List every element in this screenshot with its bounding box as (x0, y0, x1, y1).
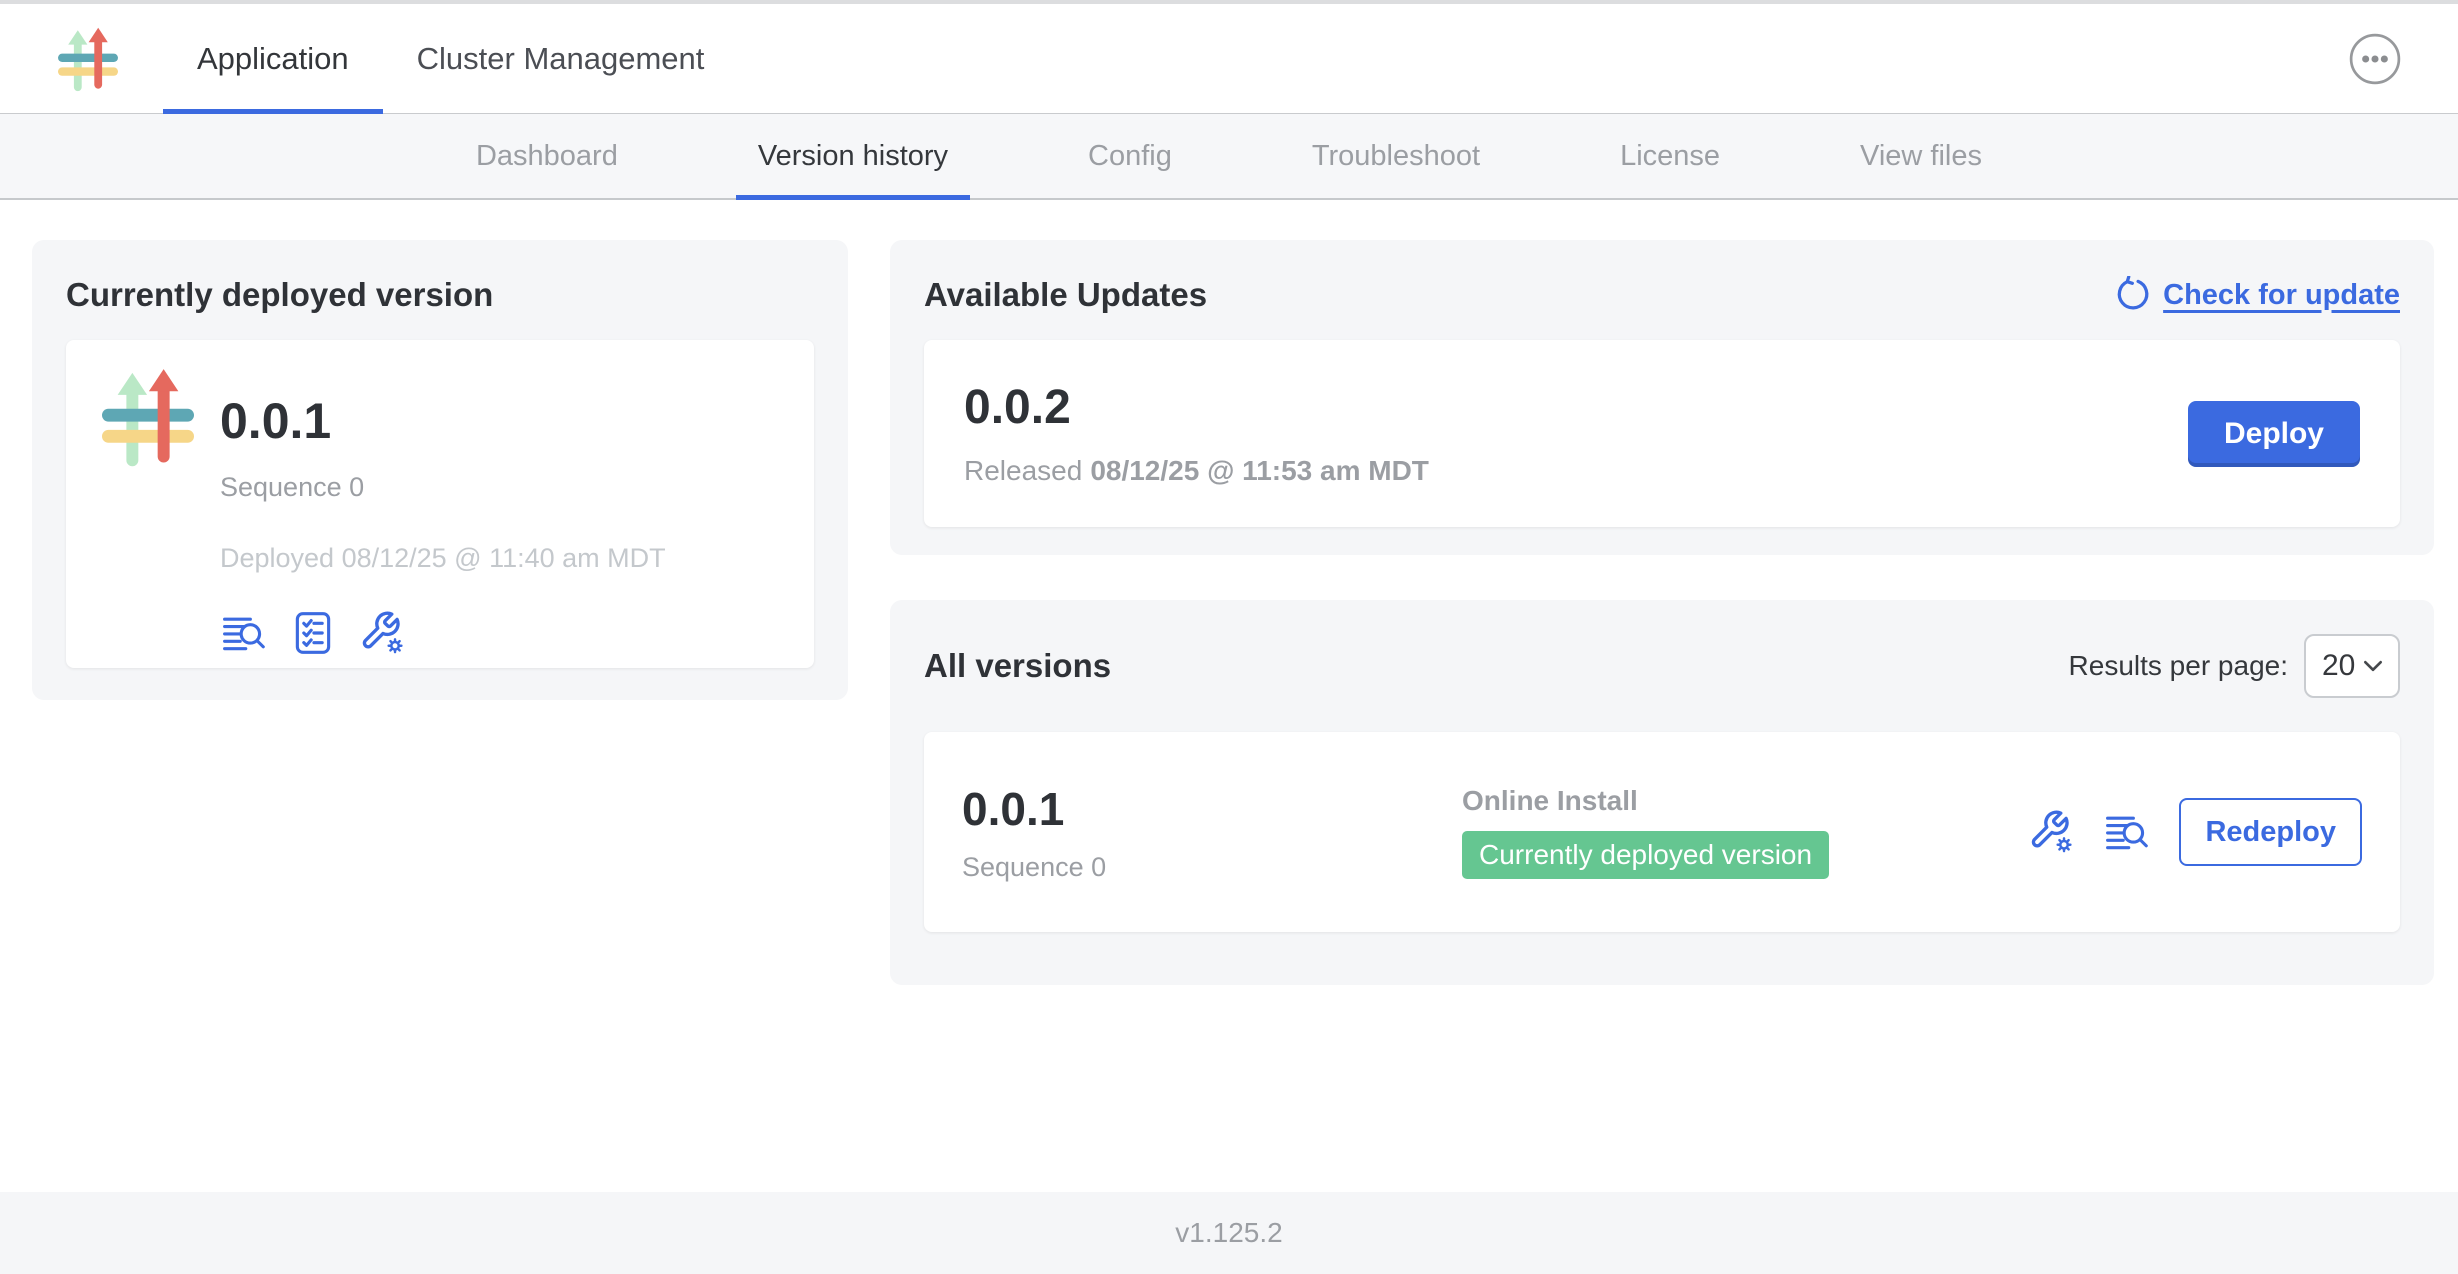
app-logo-icon (102, 366, 194, 468)
tab-application-label: Application (197, 41, 349, 77)
all-versions-card: All versions Results per page: 20 0.0.1 … (890, 600, 2434, 985)
deployed-version-number: 0.0.1 (220, 392, 666, 450)
results-per-page: Results per page: 20 (2069, 634, 2400, 698)
view-diff-icon[interactable] (2103, 809, 2149, 855)
version-row-actions: Redeploy (2029, 798, 2362, 866)
available-updates-card: Available Updates Check for update 0.0.2… (890, 240, 2434, 555)
available-updates-title: Available Updates (924, 274, 1207, 316)
redeploy-button[interactable]: Redeploy (2179, 798, 2362, 866)
subnav-troubleshoot-label: Troubleshoot (1312, 140, 1480, 173)
refresh-icon (2113, 276, 2151, 314)
subnav-view-files[interactable]: View files (1860, 114, 1982, 198)
version-row-status: Online Install Currently deployed versio… (1462, 785, 1829, 879)
row-sequence: Sequence 0 (962, 852, 1432, 883)
results-per-page-value: 20 (2322, 649, 2355, 683)
check-for-update-link[interactable]: Check for update (2113, 276, 2400, 314)
subnav-license-label: License (1620, 140, 1720, 173)
deployed-version-details: 0.0.1 Sequence 0 Deployed 08/12/25 @ 11:… (220, 366, 666, 642)
subnav-dashboard[interactable]: Dashboard (476, 114, 618, 198)
app-logo-icon (58, 22, 118, 96)
all-versions-title: All versions (924, 645, 1111, 687)
results-per-page-select[interactable]: 20 (2304, 634, 2400, 698)
tab-cluster-management-label: Cluster Management (417, 41, 705, 77)
preflight-checks-icon[interactable] (290, 610, 336, 656)
app-sub-navbar: Dashboard Version history Config Trouble… (0, 114, 2458, 200)
subnav-version-history[interactable]: Version history (758, 114, 948, 198)
config-wrench-icon[interactable] (360, 610, 406, 656)
currently-deployed-title: Currently deployed version (66, 274, 814, 316)
subnav-license[interactable]: License (1620, 114, 1720, 198)
deployed-version-panel: 0.0.1 Sequence 0 Deployed 08/12/25 @ 11:… (66, 340, 814, 668)
deployed-actions (220, 610, 666, 656)
subnav-view-files-label: View files (1860, 140, 1982, 173)
check-for-update-label: Check for update (2163, 279, 2400, 312)
main-content: Currently deployed version 0.0.1 Sequenc… (0, 200, 2458, 1192)
update-details: 0.0.2 Released 08/12/25 @ 11:53 am MDT (964, 380, 1429, 487)
released-prefix: Released (964, 455, 1082, 486)
deployed-sequence: Sequence 0 (220, 472, 666, 503)
subnav-dashboard-label: Dashboard (476, 140, 618, 173)
deploy-button[interactable]: Deploy (2188, 401, 2360, 467)
released-date: 08/12/25 @ 11:53 am MDT (1090, 455, 1429, 486)
currently-deployed-badge: Currently deployed version (1462, 831, 1829, 879)
chevron-down-icon (2362, 658, 2384, 674)
tab-application[interactable]: Application (163, 4, 383, 113)
overflow-menu-button[interactable] (2348, 32, 2402, 86)
subnav-troubleshoot[interactable]: Troubleshoot (1312, 114, 1480, 198)
results-per-page-label: Results per page: (2069, 650, 2288, 682)
currently-deployed-card: Currently deployed version 0.0.1 Sequenc… (32, 240, 848, 700)
config-wrench-icon[interactable] (2029, 809, 2075, 855)
row-version-number: 0.0.1 (962, 782, 1432, 836)
app-logo (58, 4, 118, 113)
top-navbar: Application Cluster Management (0, 4, 2458, 114)
subnav-version-history-label: Version history (758, 140, 948, 173)
subnav-config[interactable]: Config (1088, 114, 1172, 198)
tab-cluster-management[interactable]: Cluster Management (383, 4, 739, 113)
version-row: 0.0.1 Sequence 0 Online Install Currentl… (924, 732, 2400, 932)
update-version-number: 0.0.2 (964, 380, 1429, 435)
view-diff-icon[interactable] (220, 610, 266, 656)
console-version: v1.125.2 (1175, 1217, 1282, 1249)
install-type-label: Online Install (1462, 785, 1829, 817)
deployed-timestamp: Deployed 08/12/25 @ 11:40 am MDT (220, 543, 666, 574)
page-footer: v1.125.2 (0, 1192, 2458, 1274)
ellipsis-circle-icon (2348, 32, 2402, 86)
update-row: 0.0.2 Released 08/12/25 @ 11:53 am MDT De… (924, 340, 2400, 527)
subnav-config-label: Config (1088, 140, 1172, 173)
update-released-line: Released 08/12/25 @ 11:53 am MDT (964, 455, 1429, 487)
version-row-details: 0.0.1 Sequence 0 (962, 782, 1432, 883)
